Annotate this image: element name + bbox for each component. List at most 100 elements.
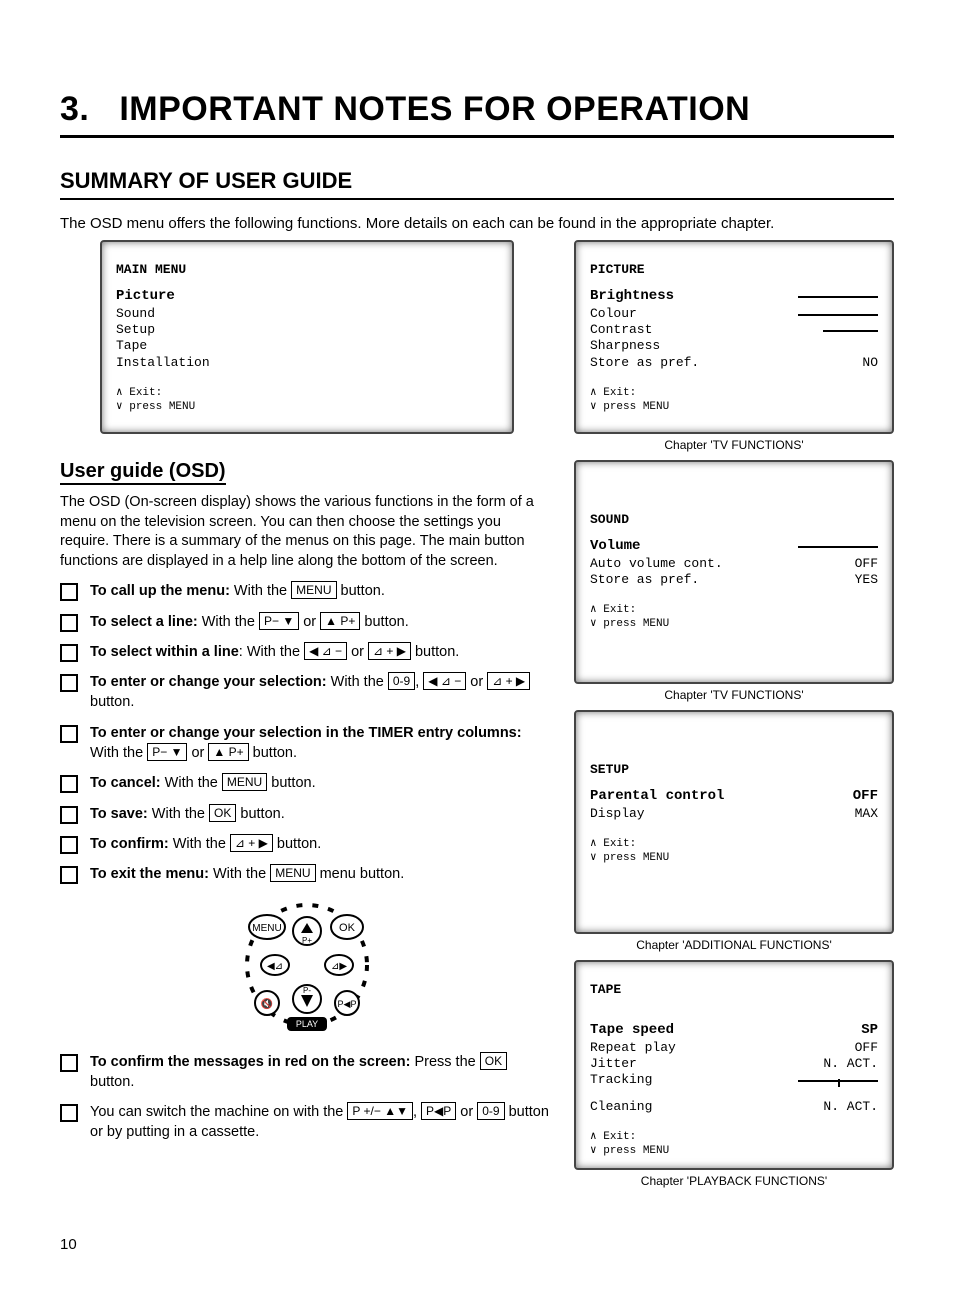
screen-caption: Chapter 'TV FUNCTIONS' bbox=[574, 688, 894, 702]
exit-line: ∨ press MENU bbox=[590, 852, 878, 866]
left-key: ◀ ⊿ − bbox=[304, 642, 347, 660]
list-item: To enter or change your selection in the… bbox=[90, 723, 554, 764]
p-minus-key: P− ▼ bbox=[147, 743, 187, 761]
screen-title: PICTURE bbox=[590, 262, 878, 278]
p-updown-key: P +/− ▲▼ bbox=[347, 1102, 413, 1120]
menu-key: MENU bbox=[270, 864, 315, 882]
screen-title: SOUND bbox=[590, 512, 878, 528]
slider-icon bbox=[798, 546, 878, 556]
screen-title: TAPE bbox=[590, 982, 878, 998]
row-value: OFF bbox=[855, 1040, 878, 1056]
subsection-heading: User guide (OSD) bbox=[60, 460, 226, 485]
exit-line: ∧ Exit: bbox=[116, 387, 498, 401]
row-label: Tracking bbox=[590, 1072, 652, 1098]
row-value: N. ACT. bbox=[823, 1099, 878, 1115]
row-value: SP bbox=[861, 1022, 878, 1040]
main-menu-screen: MAIN MENU Picture Sound Setup Tape Insta… bbox=[100, 240, 514, 434]
chapter-title: IMPORTANT NOTES FOR OPERATION bbox=[119, 90, 750, 128]
row-label: Sharpness bbox=[590, 338, 660, 354]
digits-key: 0-9 bbox=[477, 1102, 504, 1120]
menu-button-label: MENU bbox=[252, 923, 281, 934]
chapter-heading: 3. IMPORTANT NOTES FOR OPERATION bbox=[60, 90, 894, 138]
row-label: Repeat play bbox=[590, 1040, 676, 1056]
list-item: To confirm the messages in red on the sc… bbox=[90, 1052, 554, 1093]
slider-icon bbox=[798, 296, 878, 306]
row-value: NO bbox=[862, 355, 878, 371]
list-item: To select a line: With the P− ▼ or ▲ P+ … bbox=[90, 612, 554, 632]
svg-text:🔇: 🔇 bbox=[261, 997, 273, 1010]
digits-key: 0-9 bbox=[388, 672, 415, 690]
ok-key: OK bbox=[480, 1052, 507, 1070]
exit-line: ∨ press MENU bbox=[590, 401, 878, 415]
right-key: ⊿ + ▶ bbox=[230, 834, 273, 852]
exit-line: ∧ Exit: bbox=[590, 387, 878, 401]
exit-line: ∧ Exit: bbox=[590, 1131, 878, 1145]
row-label: Auto volume cont. bbox=[590, 556, 723, 572]
list-item: To save: With the OK button. bbox=[90, 804, 554, 824]
menu-highlight: Picture bbox=[116, 288, 498, 306]
menu-key: MENU bbox=[291, 581, 336, 599]
svg-text:P◀P: P◀P bbox=[338, 999, 357, 1009]
row-label: Cleaning bbox=[590, 1099, 652, 1115]
menu-item: Setup bbox=[116, 322, 498, 338]
exit-line: ∧ Exit: bbox=[590, 838, 878, 852]
row-value: OFF bbox=[853, 788, 878, 806]
list-item: You can switch the machine on with the P… bbox=[90, 1102, 554, 1143]
list-item: To exit the menu: With the MENU menu but… bbox=[90, 864, 554, 884]
exit-line: ∨ press MENU bbox=[590, 1145, 878, 1159]
list-item: To confirm: With the ⊿ + ▶ button. bbox=[90, 834, 554, 854]
svg-text:◀⊿: ◀⊿ bbox=[267, 961, 283, 972]
screen-caption: Chapter 'PLAYBACK FUNCTIONS' bbox=[574, 1174, 894, 1188]
picture-screen: PICTURE Brightness Colour Contrast Sharp… bbox=[574, 240, 894, 434]
sound-screen: SOUND Volume Auto volume cont. OFF Store … bbox=[574, 460, 894, 684]
svg-text:P-: P- bbox=[303, 986, 311, 995]
p-minus-key: P− ▼ bbox=[259, 612, 299, 630]
row-label: Brightness bbox=[590, 288, 674, 306]
row-value: N. ACT. bbox=[823, 1056, 878, 1072]
screen-title: SETUP bbox=[590, 762, 878, 778]
setup-screen: SETUP Parental control OFF Display MAX ∧ E… bbox=[574, 710, 894, 934]
screen-caption: Chapter 'ADDITIONAL FUNCTIONS' bbox=[574, 938, 894, 952]
slider-icon bbox=[798, 314, 878, 322]
screen-title: MAIN MENU bbox=[116, 262, 498, 278]
row-value: OFF bbox=[855, 556, 878, 572]
screen-caption: Chapter 'TV FUNCTIONS' bbox=[574, 438, 894, 452]
menu-item: Sound bbox=[116, 306, 498, 322]
ok-key: OK bbox=[209, 804, 236, 822]
remote-diagram: MENU OK P+ P- ◀⊿ ⊿▶ 🔇 P◀P bbox=[60, 895, 554, 1040]
row-label: Contrast bbox=[590, 322, 652, 338]
row-value: YES bbox=[855, 572, 878, 588]
svg-text:P+: P+ bbox=[302, 936, 312, 945]
row-value: MAX bbox=[855, 806, 878, 822]
body-text: The OSD (On-screen display) shows the va… bbox=[60, 493, 554, 571]
row-label: Display bbox=[590, 806, 645, 822]
menu-item: Installation bbox=[116, 355, 498, 371]
right-key: ⊿ + ▶ bbox=[487, 672, 530, 690]
exit-line: ∨ press MENU bbox=[590, 618, 878, 632]
row-label: Jitter bbox=[590, 1056, 637, 1072]
play-button-label: PLAY bbox=[296, 1019, 318, 1029]
slider-icon bbox=[823, 330, 878, 338]
list-item: To enter or change your selection: With … bbox=[90, 672, 554, 713]
row-label: Parental control bbox=[590, 788, 724, 806]
row-label: Tape speed bbox=[590, 1022, 674, 1040]
svg-text:⊿▶: ⊿▶ bbox=[331, 961, 347, 972]
list-item: To call up the menu: With the MENU butto… bbox=[90, 581, 554, 601]
exit-line: ∧ Exit: bbox=[590, 604, 878, 618]
list-item: To select within a line: With the ◀ ⊿ − … bbox=[90, 642, 554, 662]
chapter-number: 3. bbox=[60, 90, 89, 128]
intro-text: The OSD menu offers the following functi… bbox=[60, 215, 894, 232]
ok-button-label: OK bbox=[339, 922, 356, 934]
menu-item: Tape bbox=[116, 338, 498, 354]
menu-key: MENU bbox=[222, 773, 267, 791]
exit-line: ∨ press MENU bbox=[116, 401, 498, 415]
row-label: Store as pref. bbox=[590, 355, 699, 371]
row-label: Store as pref. bbox=[590, 572, 699, 588]
slider-icon bbox=[798, 1080, 878, 1098]
right-key: ⊿ + ▶ bbox=[368, 642, 411, 660]
page-number: 10 bbox=[60, 1236, 894, 1253]
p-plus-key: ▲ P+ bbox=[208, 743, 248, 761]
p-plus-key: ▲ P+ bbox=[320, 612, 360, 630]
left-key: ◀ ⊿ − bbox=[423, 672, 466, 690]
row-label: Volume bbox=[590, 538, 640, 556]
